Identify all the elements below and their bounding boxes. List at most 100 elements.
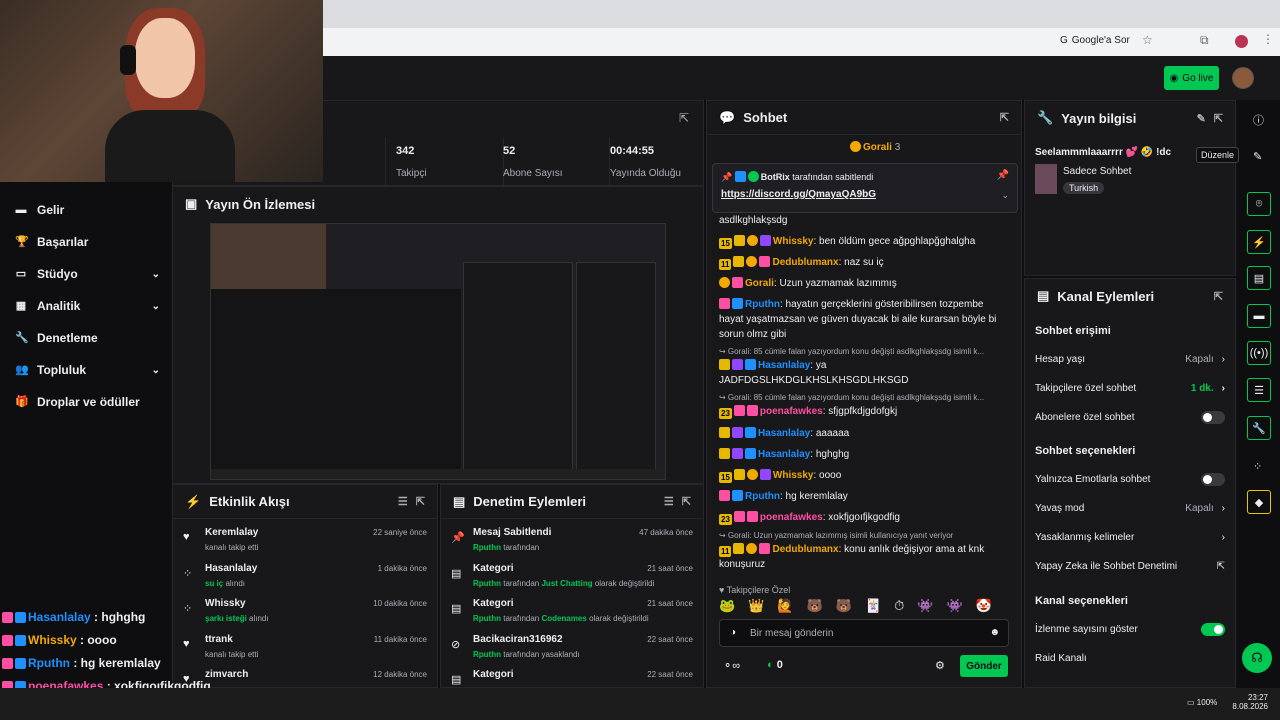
- chevron-down-icon[interactable]: ⌄: [152, 269, 160, 280]
- filter-icon[interactable]: ☰: [664, 495, 674, 508]
- chevron-down-icon[interactable]: ⌄: [152, 301, 160, 312]
- tag-badge[interactable]: Turkish: [1063, 182, 1105, 194]
- rail-list-icon[interactable]: ▤: [1247, 266, 1271, 290]
- chat-message[interactable]: Gorali: Uzun yazmamak lazımmış: [719, 276, 1007, 291]
- emoji-icon[interactable]: ☻: [989, 627, 1000, 638]
- reply-context[interactable]: ↪ Gorali: Uzun yazmamak lazımmış isimli …: [719, 531, 1009, 540]
- chat-message[interactable]: Hasanlalay: aaaaaa: [719, 426, 1007, 441]
- setting-row[interactable]: Raid Kanalı: [1035, 653, 1225, 664]
- chat-input[interactable]: ◑ Bir mesaj gönderin ☻: [719, 619, 1009, 647]
- setting-row[interactable]: Abonelere özel sohbet: [1035, 411, 1225, 424]
- rail-stack-icon[interactable]: ☰: [1247, 378, 1271, 402]
- external-link-icon[interactable]: ⇱: [1217, 561, 1225, 572]
- chat-username[interactable]: Hasanlalay: [758, 360, 810, 371]
- chat-username[interactable]: poenafawkes: [760, 406, 823, 417]
- points-display[interactable]: ◐ 0: [767, 659, 783, 671]
- popout-icon[interactable]: ⇱: [682, 495, 691, 508]
- emote-bar[interactable]: 🐸 👑 🙋 🐻 🐻 🃏 ⏱ 👾 👾 🤡: [719, 598, 1009, 616]
- user-avatar[interactable]: [1232, 67, 1254, 89]
- unpin-icon[interactable]: 📌: [997, 170, 1009, 181]
- edit-icon[interactable]: ✎: [1253, 150, 1262, 163]
- chat-message[interactable]: Hasanlalay: hghghg: [719, 447, 1007, 462]
- chevron-down-icon[interactable]: ⌄: [152, 365, 160, 376]
- rail-gem-icon[interactable]: ◆: [1247, 490, 1271, 514]
- popout-icon[interactable]: ⇱: [679, 111, 689, 125]
- bookmark-star-icon[interactable]: ☆: [1142, 33, 1153, 47]
- chat-message[interactable]: Rputhn: hayatın gerçeklerini gösteribili…: [719, 297, 1007, 342]
- sidebar-item-3[interactable]: ▦ Analitik ⌄: [15, 296, 160, 316]
- extensions-icon[interactable]: ⧉: [1200, 33, 1209, 48]
- reply-context[interactable]: ↪ Gorali: 85 cümle falan yazıyordum konu…: [719, 393, 1009, 402]
- toggle-switch[interactable]: [1201, 473, 1225, 486]
- chat-message[interactable]: 23 poenafawkes: sfjgpfkdjgdofgkj: [719, 404, 1007, 419]
- info-icon[interactable]: ⓘ: [1253, 112, 1264, 128]
- sidebar-item-4[interactable]: 🔧 Denetleme: [15, 328, 160, 348]
- chat-username[interactable]: Hasanlalay: [758, 449, 810, 460]
- send-button[interactable]: Gönder: [960, 655, 1008, 677]
- rail-broadcast-icon[interactable]: ((•)): [1247, 341, 1271, 365]
- setting-row[interactable]: Yapay Zeka ile Sohbet Denetimi ⇱: [1035, 561, 1225, 572]
- toggle-switch[interactable]: [1201, 623, 1225, 636]
- google-ask-button[interactable]: G Google'a Sor: [1060, 35, 1130, 46]
- toggle-switch[interactable]: [1201, 411, 1225, 424]
- chat-username[interactable]: Dedublumanx: [772, 544, 838, 555]
- stream-preview-video[interactable]: [210, 223, 666, 480]
- setting-row[interactable]: Yasaklanmış kelimeler ›: [1035, 532, 1225, 543]
- setting-row[interactable]: İzlenme sayısını göster: [1035, 623, 1225, 636]
- popout-icon[interactable]: ⇱: [1000, 111, 1009, 124]
- activity-row[interactable]: ⁘ Whissky şarkı isteği alındı 10 dakika önc…: [173, 592, 437, 627]
- chat-message[interactable]: 15 Whissky: ben öldüm gece ağpghlapğghalg…: [719, 234, 1007, 249]
- sidebar-item-5[interactable]: 👥 Topluluk ⌄: [15, 360, 160, 380]
- sidebar-item-1[interactable]: 🏆 Başarılar: [15, 232, 160, 252]
- mod-row[interactable]: ▤ Kategori 22 saat önce: [441, 663, 703, 687]
- setting-row[interactable]: Yavaş mod Kapalı ›: [1035, 503, 1225, 514]
- sidebar-item-2[interactable]: ▭ Stüdyo ⌄: [15, 264, 160, 284]
- activity-row[interactable]: ♥ zimvarch 12 dakika önce: [173, 663, 437, 687]
- battery-indicator[interactable]: ▭ 100%: [1187, 698, 1217, 707]
- mod-row[interactable]: ▤ Kategori Rputhn tarafından Codenames ola…: [441, 592, 703, 627]
- reply-context[interactable]: ↪ Gorali: 85 cümle falan yazıyordum konu…: [719, 347, 1009, 356]
- chat-message[interactable]: Rputhn: hg keremlalay: [719, 489, 1007, 504]
- go-live-button[interactable]: ◉ Go live: [1164, 66, 1219, 90]
- support-icon[interactable]: ☊: [1242, 643, 1272, 673]
- chat-message[interactable]: 15 Whissky: oooo: [719, 468, 1007, 483]
- setting-row[interactable]: Yalnızca Emotlarla sohbet: [1035, 473, 1225, 486]
- popout-icon[interactable]: ⇱: [1214, 290, 1223, 303]
- edit-icon[interactable]: ✎: [1197, 112, 1206, 125]
- profile-avatar[interactable]: [1235, 35, 1248, 48]
- chat-username[interactable]: Rputhn: [745, 491, 780, 502]
- sidebar-item-0[interactable]: ▬ Gelir: [15, 200, 160, 220]
- popout-icon[interactable]: ⇱: [1214, 112, 1223, 125]
- sidebar-item-6[interactable]: 🎁 Droplar ve ödüller: [15, 392, 160, 412]
- chat-username[interactable]: Hasanlalay: [758, 428, 810, 439]
- mod-row[interactable]: ⊘ Bacikaciran316962 Rputhn tarafından yasa…: [441, 628, 703, 663]
- chat-message[interactable]: 11 Dedublumanx: konu anlık değişiyor ama …: [719, 542, 1007, 572]
- chat-username[interactable]: Whissky: [773, 236, 814, 247]
- setting-row[interactable]: Hesap yaşı Kapalı ›: [1035, 354, 1225, 365]
- filter-icon[interactable]: ☰: [398, 495, 408, 508]
- chat-message[interactable]: Hasanlalay: ya JADFDGSLHKDGLKHSLKHSGDLHK…: [719, 358, 1007, 388]
- chat-message[interactable]: 23 poenafawkes: xokfjgoıfjkgodfig: [719, 510, 1007, 525]
- mod-row[interactable]: ▤ Kategori Rputhn tarafından Just Chatting…: [441, 557, 703, 592]
- chat-message[interactable]: 11 Dedublumanx: naz su iç: [719, 255, 1007, 270]
- activity-row[interactable]: ⁘ Hasanlalay su iç alındı 1 dakika önce: [173, 557, 437, 592]
- setting-row[interactable]: Takipçilere özel sohbet 1 dk. ›: [1035, 383, 1225, 394]
- gear-icon[interactable]: ⚙: [935, 659, 945, 672]
- rail-chat-icon[interactable]: ▬: [1247, 304, 1271, 328]
- chat-username[interactable]: Rputhn: [745, 299, 780, 310]
- chat-username[interactable]: Dedublumanx: [772, 257, 838, 268]
- clock[interactable]: 23:27 8.08.2026: [1232, 693, 1268, 711]
- chat-username[interactable]: poenafawkes: [760, 512, 823, 523]
- popout-icon[interactable]: ⇱: [416, 495, 425, 508]
- mod-row[interactable]: 📌 Mesaj Sabitlendi Rputhn tarafından 47 dak…: [441, 521, 703, 556]
- rail-camera-icon[interactable]: ⌾: [1247, 192, 1271, 216]
- chat-username[interactable]: Gorali: [745, 278, 774, 289]
- rail-points-icon[interactable]: ⁘: [1253, 460, 1262, 473]
- activity-row[interactable]: ♥ ttrank kanalı takip etti 11 dakika önce: [173, 628, 437, 663]
- chevron-down-icon[interactable]: ⌄: [1001, 190, 1009, 201]
- rail-bolt-icon[interactable]: ⚡: [1247, 230, 1271, 254]
- chat-username[interactable]: Whissky: [773, 470, 814, 481]
- pinned-message[interactable]: 📌 BotRix tarafından sabitlendi https://d…: [712, 163, 1018, 213]
- activity-row[interactable]: ♥ Keremlalay kanalı takip etti 22 saniye ön…: [173, 521, 437, 556]
- menu-dots-icon[interactable]: ⋮: [1262, 32, 1274, 46]
